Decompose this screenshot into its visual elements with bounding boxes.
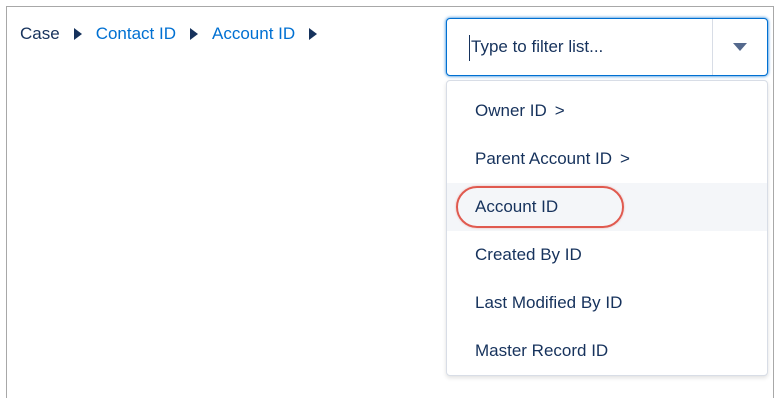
- option-last-modified-by-id[interactable]: Last Modified By ID: [447, 279, 767, 327]
- breadcrumb-link-contact-id[interactable]: Contact ID: [96, 24, 176, 44]
- option-created-by-id[interactable]: Created By ID: [447, 231, 767, 279]
- chevron-right-icon: >: [620, 149, 630, 168]
- option-label: Account ID: [475, 197, 559, 216]
- option-label: Created By ID: [475, 245, 582, 264]
- text-cursor: [469, 35, 470, 61]
- option-label: Master Record ID: [475, 341, 609, 360]
- option-label: Parent Account ID: [475, 149, 613, 168]
- breadcrumb-arrow-icon: [73, 28, 82, 40]
- option-label: Last Modified By ID: [475, 293, 623, 312]
- breadcrumb: Case Contact ID Account ID: [20, 24, 331, 44]
- option-parent-account-id[interactable]: Parent Account ID >: [447, 135, 767, 183]
- field-picker-combobox: [446, 18, 768, 76]
- breadcrumb-arrow-icon: [309, 28, 318, 40]
- option-label: Owner ID: [475, 101, 547, 120]
- option-master-record-id[interactable]: Master Record ID: [447, 327, 767, 375]
- breadcrumb-link-account-id[interactable]: Account ID: [212, 24, 295, 44]
- breadcrumb-root: Case: [20, 24, 60, 43]
- dropdown-toggle-button[interactable]: [712, 19, 767, 75]
- breadcrumb-arrow-icon: [190, 28, 198, 40]
- option-account-id[interactable]: Account ID: [447, 183, 767, 231]
- filter-input[interactable]: [447, 19, 712, 75]
- chevron-down-icon: [733, 43, 747, 51]
- options-list: Owner ID > Parent Account ID > Account I…: [446, 80, 768, 376]
- option-owner-id[interactable]: Owner ID >: [447, 87, 767, 135]
- chevron-right-icon: >: [554, 101, 565, 120]
